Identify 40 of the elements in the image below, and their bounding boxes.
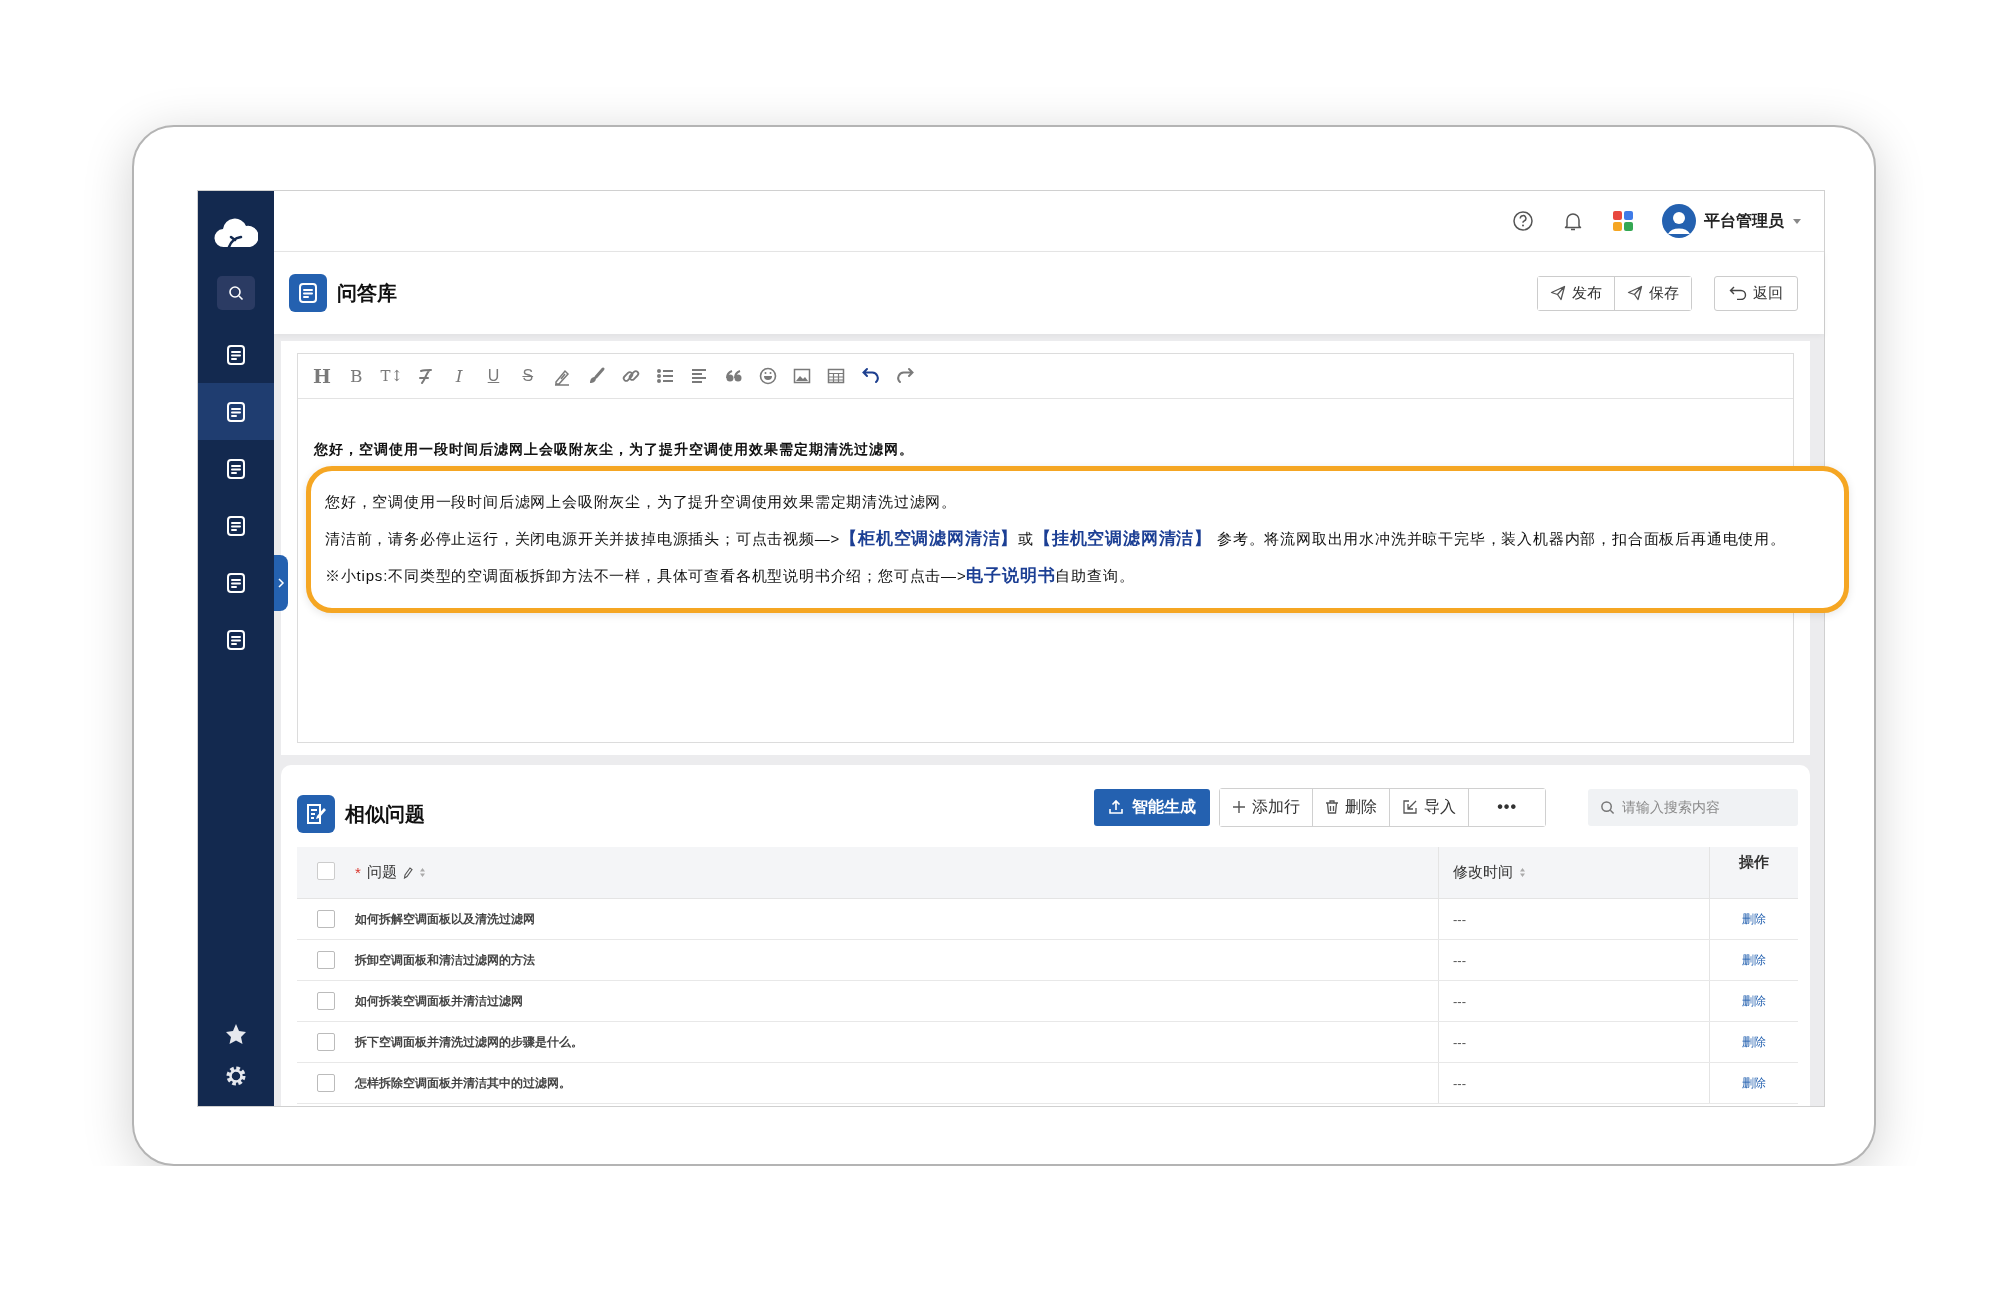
page-title: 问答库	[337, 280, 398, 306]
table-cell: ---	[1438, 939, 1710, 981]
generate-button[interactable]: 智能生成	[1094, 788, 1211, 826]
underline-button[interactable]: U	[483, 366, 504, 386]
delete-link[interactable]: 删除	[1742, 952, 1766, 967]
link[interactable]: 【柜机空调滤网清洁】	[840, 529, 1019, 548]
delete-link[interactable]: 删除	[1742, 993, 1766, 1008]
column-header: * 问题	[355, 847, 1439, 899]
table-cell: 拆卸空调面板和清洁过滤网的方法	[355, 939, 1439, 981]
user-name[interactable]: 平台管理员	[1704, 210, 1784, 232]
table-cell: ---	[1438, 980, 1710, 1022]
required-mark: *	[355, 864, 361, 881]
table-cell: 拆下空调面板并清洗过滤网的步骤是什么。	[355, 1021, 1439, 1063]
delete-link[interactable]: 删除	[1742, 1075, 1766, 1090]
search-field[interactable]: 请输入搜索内容	[1588, 788, 1798, 826]
section-title: 相似问题	[345, 801, 426, 827]
table-cell: ---	[1438, 1062, 1710, 1104]
column-header: 操作	[1709, 847, 1798, 899]
link[interactable]: 【挂机空调滤网清洁】	[1034, 529, 1212, 548]
delete-link[interactable]: 删除	[1742, 1034, 1766, 1049]
strike-button[interactable]: S	[517, 366, 538, 386]
column-header: 修改时间	[1438, 847, 1710, 899]
bold-button[interactable]: B	[346, 366, 367, 386]
table-cell: ---	[1438, 1021, 1710, 1063]
delete-link[interactable]: 删除	[1742, 911, 1766, 926]
link[interactable]: 电子说明书	[966, 566, 1056, 585]
table-cell: 如何拆装空调面板并清洁过滤网	[355, 980, 1439, 1022]
back-button[interactable]: 返回	[1714, 275, 1798, 311]
table-cell: 怎样拆除空调面板并清洁其中的过滤网。	[355, 1062, 1439, 1104]
callout-paragraph: 清洁前，请务必停止运行，关闭电源开关并拔掉电源插头；可点击视频—>【柜机空调滤网清洁】或【挂机空调滤网清洁】 参考。将流网取出用水冲洗并晾干完毕，装入机器内部，扣合面板后再通电使用。	[325, 528, 1787, 550]
table-cell: ---	[1438, 898, 1710, 940]
italic-button[interactable]: I	[449, 366, 470, 386]
editor-text: 您好，空调使用一段时间后滤网上会吸附灰尘，为了提升空调使用效果需定期清洗过滤网。	[314, 441, 915, 459]
table-cell: 如何拆解空调面板以及清洗过滤网	[355, 898, 1439, 940]
callout-paragraph: ※小tips:不同类型的空调面板拆卸方法不一样，具体可查看各机型说明书介绍；您可点击—>电子说明书自助查询。	[325, 565, 1136, 587]
send-button[interactable]: 保存	[1614, 276, 1691, 310]
heading-button[interactable]: H	[312, 366, 332, 386]
callout-paragraph: 您好，空调使用一段时间后滤网上会吸附灰尘，为了提升空调使用效果需定期清洗过滤网。	[325, 492, 958, 512]
more-button[interactable]: •••	[1468, 788, 1545, 826]
size-button[interactable]: T↕	[380, 366, 401, 386]
